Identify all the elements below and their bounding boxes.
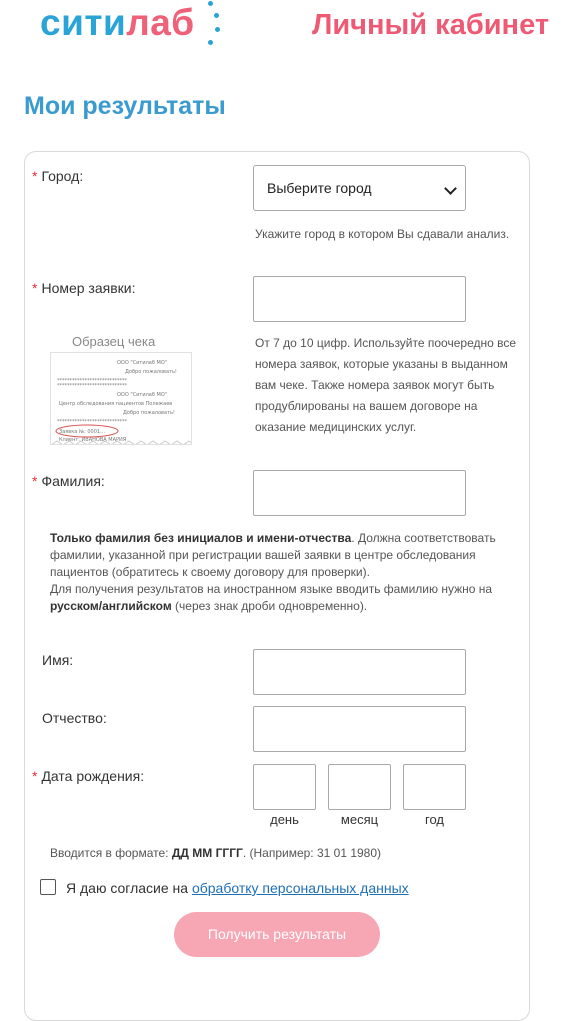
consent-text: Я даю согласие на обработку персональных… [66, 880, 409, 896]
surname-note-bold: Только фамилия без инициалов и имени-отч… [50, 531, 352, 545]
day-label: день [270, 812, 299, 827]
birthdate-label: * Дата рождения: [32, 768, 145, 784]
consent-checkbox[interactable] [40, 879, 56, 895]
surname-note: Только фамилия без инициалов и имени-отч… [50, 531, 496, 613]
month-label: месяц [340, 812, 379, 827]
birth-year-input[interactable] [403, 764, 466, 810]
city-hint: Укажите город в котором Вы сдавали анали… [255, 227, 510, 241]
name-input[interactable] [253, 649, 466, 695]
surname-label: * Фамилия: [32, 473, 105, 489]
page-title: Мои результаты [24, 92, 226, 120]
required-mark: * [32, 280, 38, 296]
receipt-line: Добро пожаловать! [123, 410, 175, 416]
birth-day-input[interactable] [253, 764, 316, 810]
surname-input[interactable] [253, 470, 466, 516]
logo-dot [215, 27, 220, 32]
receipt-line: Центр обследования пациентов Полежаев [59, 401, 172, 407]
cabinet-title: Личный кабинет [312, 9, 550, 41]
receipt-svg: ООО "Ситилаб МО" Добро пожаловать! *****… [51, 360, 191, 444]
order-hint: От 7 до 10 цифр. Используйте поочередно … [255, 336, 517, 434]
language-note-bold: русском/английском [50, 599, 172, 613]
order-label: * Номер заявки: [32, 280, 136, 296]
logo-part-2: лаб [126, 2, 195, 43]
logo-dot [214, 13, 219, 18]
city-select-value: Выберите город [267, 180, 372, 196]
order-number-input[interactable] [253, 276, 466, 322]
personal-data-link[interactable]: обработку персональных данных [192, 880, 409, 896]
receipt-line: ООО "Ситилаб МО" [117, 360, 167, 366]
name-label: Имя: [42, 652, 74, 668]
get-results-button[interactable]: Получить результаты [174, 912, 380, 957]
citilab-logo[interactable]: ситилаб [40, 0, 195, 46]
year-label: год [425, 812, 444, 827]
required-mark: * [32, 168, 38, 184]
date-format-hint: Вводится в формате: ДД ММ ГГГГ. (Наприме… [50, 846, 382, 860]
receipt-caption: Образец чека [72, 334, 156, 349]
receipt-line: **************************** [57, 419, 128, 425]
patronymic-input[interactable] [253, 706, 466, 752]
logo-dot [208, 40, 213, 45]
logo-part-1: сити [40, 2, 127, 43]
receipt-line: Добро пожаловать! [125, 369, 177, 375]
chevron-down-icon [444, 182, 457, 195]
receipt-line: Заявка №: 0001… [59, 429, 105, 435]
required-mark: * [32, 473, 38, 489]
receipt-line: **************************** [57, 383, 128, 389]
receipt-line: ООО "Ситилаб МО" [117, 392, 167, 398]
required-mark: * [32, 768, 38, 784]
city-select[interactable]: Выберите город [253, 165, 466, 211]
receipt-sample-image: ООО "Ситилаб МО" Добро пожаловать! *****… [50, 352, 192, 445]
birth-month-input[interactable] [328, 764, 391, 810]
patronymic-label: Отчество: [42, 710, 107, 726]
city-label: * Город: [32, 168, 84, 184]
logo-dot [208, 1, 213, 6]
